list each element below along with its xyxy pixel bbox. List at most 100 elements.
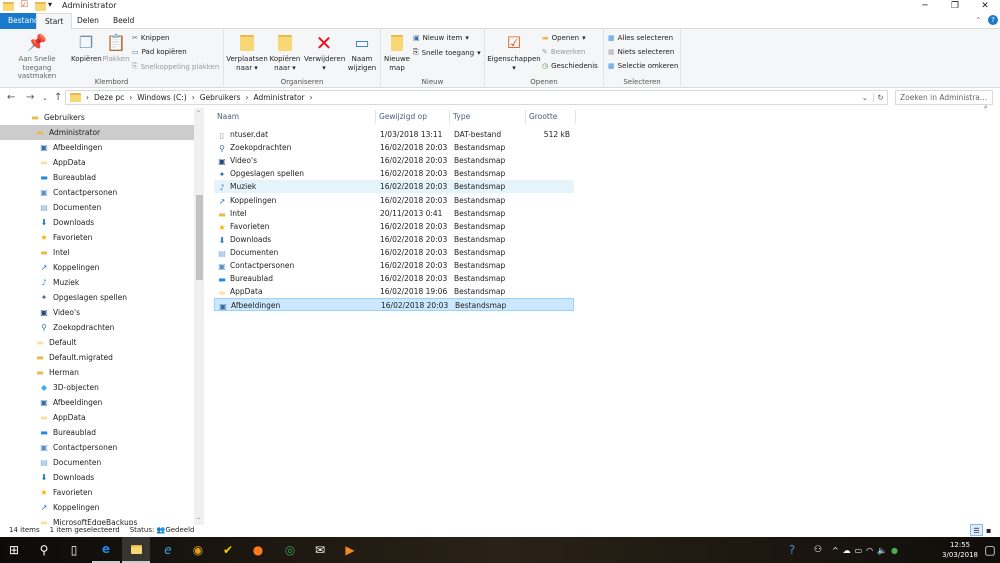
paste-shortcut-button[interactable]: ⎘ Snelkoppeling plakken — [132, 62, 219, 71]
sidebar-item[interactable]: ▣ Contactpersonen — [0, 440, 194, 455]
close-button[interactable]: ✕ — [970, 0, 1000, 13]
sidebar-item[interactable]: ▬ Administrator — [0, 125, 194, 140]
sidebar-item[interactable]: ◆ 3D-objecten — [0, 380, 194, 395]
properties-button[interactable]: ☑ Eigenschappen ▾ — [487, 33, 541, 72]
customize-toolbar-icon[interactable]: ▾ — [48, 0, 52, 9]
sidebar-item[interactable]: ⚲ Zoekopdrachten — [0, 320, 194, 335]
app-icon[interactable]: ◉ — [184, 537, 212, 563]
easy-access-button[interactable]: ⎘ Snelle toegang ▾ — [413, 48, 481, 57]
breadcrumb-separator[interactable]: › — [192, 93, 195, 102]
sidebar-item[interactable]: ▬ Bureaublad — [0, 170, 194, 185]
restore-button[interactable]: ❐ — [940, 0, 970, 13]
mail-icon[interactable]: ✉ — [306, 537, 334, 563]
norton-icon[interactable]: ✔ — [214, 537, 242, 563]
file-row[interactable]: ▬ Bureaublad 16/02/2018 20:03 Bestandsmap — [214, 272, 574, 285]
file-row[interactable]: ▬ Intel 20/11/2013 0:41 Bestandsmap — [214, 207, 574, 220]
sidebar-item[interactable]: ✦ Opgeslagen spellen — [0, 290, 194, 305]
copy-path-button[interactable]: ▭ Pad kopiëren — [132, 48, 187, 56]
breadcrumb-administrator[interactable]: Administrator — [254, 93, 305, 102]
sidebar-item[interactable]: ▤ Documenten — [0, 200, 194, 215]
file-row[interactable]: ▯ ntuser.dat 1/03/2018 13:11 DAT-bestand 512… — [214, 128, 574, 141]
file-row[interactable]: ⚲ Zoekopdrachten 16/02/2018 20:03 Bestandsm… — [214, 141, 574, 154]
breadcrumb-gebruikers[interactable]: Gebruikers — [200, 93, 241, 102]
battery-icon[interactable]: ▭ — [855, 546, 863, 555]
column-header-type[interactable]: Type — [450, 110, 526, 124]
select-all-button[interactable]: ▦ Alles selecteren — [608, 34, 673, 42]
file-row[interactable]: ▣ Contactpersonen 16/02/2018 20:03 Bestands… — [214, 259, 574, 272]
tab-beeld[interactable]: Beeld — [105, 13, 142, 29]
sidebar-item[interactable]: ▬ AppData — [0, 155, 194, 170]
sidebar-item[interactable]: ▬ AppData — [0, 410, 194, 425]
forward-button[interactable]: → — [26, 92, 34, 103]
file-row[interactable]: ▬ AppData 16/02/2018 19:06 Bestandsmap — [214, 285, 574, 298]
scroll-down-arrow[interactable]: ⌄ — [196, 514, 201, 521]
address-bar[interactable]: › Deze pc › Windows (C:) › Gebruikers › Adm… — [65, 90, 888, 105]
minimize-button[interactable]: ─ — [910, 0, 940, 13]
chrome-icon[interactable]: ◎ — [276, 537, 304, 563]
sidebar-item[interactable]: ▣ Contactpersonen — [0, 185, 194, 200]
help-tray-icon[interactable]: ? — [778, 537, 806, 563]
clock[interactable]: 12:55 3/03/2018 — [942, 540, 978, 560]
invert-selection-button[interactable]: ▦ Selectie omkeren — [608, 62, 678, 70]
breadcrumb-separator[interactable]: › — [246, 93, 249, 102]
address-history-dropdown[interactable]: ⌄ — [862, 93, 868, 102]
tab-start[interactable]: Start — [36, 13, 73, 29]
column-header-size[interactable]: Grootte — [526, 110, 576, 124]
file-row[interactable]: ▤ Documenten 16/02/2018 20:03 Bestandsmap — [214, 246, 574, 259]
collapse-ribbon-icon[interactable]: ⌃ — [975, 16, 982, 25]
delete-button[interactable]: ✕ Verwijderen ▾ — [304, 33, 345, 72]
sidebar-item[interactable]: ⬇ Downloads — [0, 470, 194, 485]
select-none-button[interactable]: ▦ Niets selecteren — [608, 48, 674, 56]
rename-button[interactable]: ▭ Naam wijzigen — [345, 33, 379, 72]
properties-icon[interactable]: ☑ — [20, 0, 28, 10]
wifi-icon[interactable]: ◠ — [866, 546, 873, 555]
search-icon[interactable]: ⚲ — [30, 537, 58, 563]
sidebar-item[interactable]: ▤ Documenten — [0, 455, 194, 470]
new-item-button[interactable]: ▣ Nieuw item ▾ — [413, 34, 469, 42]
edge-icon[interactable]: e — [92, 537, 120, 563]
breadcrumb-separator[interactable]: › — [129, 93, 132, 102]
sidebar-item[interactable]: ♪ Muziek — [0, 275, 194, 290]
breadcrumb-separator[interactable]: › — [310, 93, 313, 102]
breadcrumb-deze-pc[interactable]: Deze pc — [94, 93, 124, 102]
firefox-icon[interactable]: ● — [244, 537, 272, 563]
sidebar-item[interactable]: ★ Favorieten — [0, 485, 194, 500]
column-header-name[interactable]: Naam — [214, 110, 376, 124]
action-center-icon[interactable]: ▢ — [980, 537, 1000, 563]
pin-quick-access-button[interactable]: 📌 Aan Snelle toegang vastmaken — [3, 33, 71, 81]
onedrive-icon[interactable]: ☁ — [843, 546, 851, 555]
sidebar-item[interactable]: ▣ Afbeeldingen — [0, 140, 194, 155]
file-row[interactable]: ✦ Opgeslagen spellen 16/02/2018 20:03 Besta… — [214, 167, 574, 180]
edit-button[interactable]: ✎ Bewerken — [542, 48, 585, 56]
sidebar-item[interactable]: ★ Favorieten — [0, 230, 194, 245]
media-player-icon[interactable]: ▶ — [336, 537, 364, 563]
show-hidden-icons[interactable]: ^ — [832, 546, 839, 555]
sidebar-item[interactable]: ↗ Koppelingen — [0, 500, 194, 515]
system-tray[interactable]: ^ ☁ ▭ ◠ 🔈 ● — [830, 537, 900, 563]
tab-delen[interactable]: Delen — [69, 13, 107, 29]
sidebar-item[interactable]: ⬇ Downloads — [0, 215, 194, 230]
navigation-pane-scrollbar[interactable] — [194, 108, 204, 525]
file-row[interactable]: ▣ Afbeeldingen 16/02/2018 20:03 Bestandsmap — [214, 298, 574, 312]
cut-button[interactable]: ✂ Knippen — [132, 34, 169, 42]
breadcrumb-windows-c[interactable]: Windows (C:) — [137, 93, 186, 102]
file-row[interactable]: ▣ Video's 16/02/2018 20:03 Bestandsmap — [214, 154, 574, 167]
file-row[interactable]: ↗ Koppelingen 16/02/2018 20:03 Bestandsmap — [214, 194, 574, 207]
file-row[interactable]: ♪ Muziek 16/02/2018 20:03 Bestandsmap — [214, 180, 574, 194]
sidebar-item[interactable]: ▬ Default — [0, 335, 194, 350]
back-button[interactable]: ← — [7, 92, 15, 103]
sidebar-item[interactable]: ▣ Video's — [0, 305, 194, 320]
security-icon[interactable]: ● — [891, 546, 898, 555]
up-button[interactable]: ↑ — [54, 92, 62, 103]
file-row[interactable]: ★ Favorieten 16/02/2018 20:03 Bestandsmap — [214, 220, 574, 233]
move-to-button[interactable]: Verplaatsen naar ▾ — [226, 33, 268, 72]
scroll-up-arrow[interactable]: ⌃ — [196, 110, 201, 117]
scrollbar-thumb[interactable] — [196, 195, 203, 280]
people-icon[interactable]: ⚇ — [804, 537, 832, 563]
sidebar-item[interactable]: ▬ Gebruikers — [0, 110, 194, 125]
internet-explorer-icon[interactable]: e — [154, 537, 182, 563]
sidebar-item[interactable]: ↗ Koppelingen — [0, 260, 194, 275]
volume-icon[interactable]: 🔈 — [877, 546, 887, 555]
file-row[interactable]: ⬇ Downloads 16/02/2018 20:03 Bestandsmap — [214, 233, 574, 246]
task-view-icon[interactable]: ▯ — [60, 537, 88, 563]
